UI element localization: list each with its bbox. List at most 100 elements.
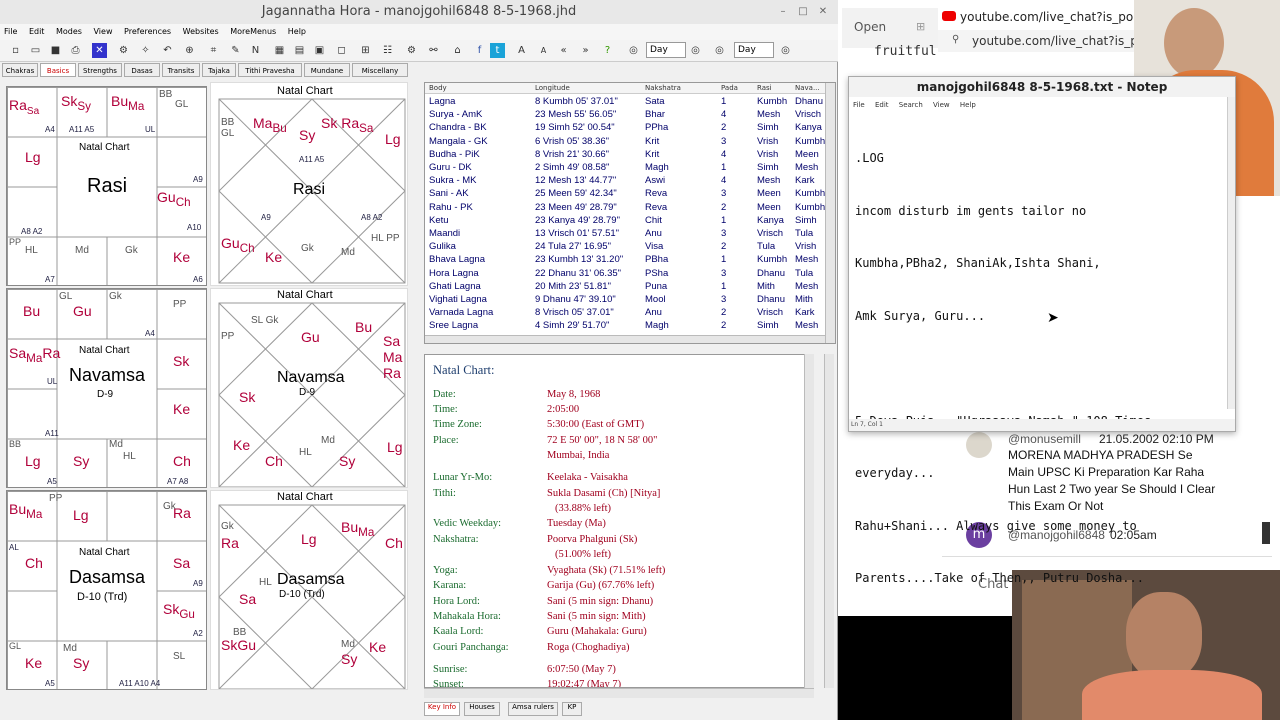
prev-icon[interactable]: « bbox=[556, 43, 571, 58]
tool-icon[interactable]: ⌗ bbox=[206, 43, 221, 58]
frame-icon[interactable]: ⊞ bbox=[358, 43, 373, 58]
twitter-icon[interactable]: t bbox=[490, 43, 505, 58]
bar-icon[interactable]: ▤ bbox=[292, 43, 307, 58]
table-row[interactable]: Gulika 24 Tula 27' 16.95" Visa 2 Tula Vrish bbox=[425, 241, 820, 254]
tab-tajaka[interactable]: Tajaka bbox=[202, 63, 236, 77]
next-icon[interactable]: » bbox=[578, 43, 593, 58]
table-row[interactable]: Rahu - PK 23 Meen 49' 28.79" Reva 2 Meen Kumb… bbox=[425, 202, 825, 215]
table-row[interactable]: Maandi 13 Vrisch 01' 57.51" Anu 3 Vrisch Tula bbox=[425, 228, 820, 241]
menu-view[interactable]: View bbox=[94, 27, 113, 36]
n-icon[interactable]: N bbox=[248, 43, 263, 58]
tab-amsa-rulers[interactable]: Amsa rulers bbox=[508, 702, 558, 716]
menu-modes[interactable]: Modes bbox=[56, 27, 82, 36]
time-forward-icon[interactable]: ◎ bbox=[688, 43, 703, 58]
grid-icon[interactable]: ▦ bbox=[272, 43, 287, 58]
day-select-1[interactable]: Day bbox=[646, 42, 686, 58]
tab-key-info[interactable]: Key Info bbox=[424, 702, 460, 716]
gear-icon[interactable]: ⚙ bbox=[404, 43, 419, 58]
navamsa-south-chart[interactable]: Bu Gu GL Gk PP SaMaRa Natal Chart Navams… bbox=[6, 288, 207, 488]
table-hscrollbar[interactable] bbox=[425, 335, 825, 343]
col-longitude[interactable]: Longitude bbox=[535, 84, 570, 92]
day-select-2[interactable]: Day bbox=[734, 42, 774, 58]
np-menu-view[interactable]: View bbox=[933, 101, 950, 109]
tab-strengths[interactable]: Strengths bbox=[78, 63, 122, 77]
table-row[interactable]: Sani - AK 25 Meen 59' 42.34" Reva 3 Meen Kumb… bbox=[425, 188, 825, 201]
tab-kp[interactable]: KP bbox=[562, 702, 582, 716]
url-bar[interactable]: ⚲ youtube.com/live_chat?is_popo bbox=[938, 30, 1160, 52]
outer-scrollbar[interactable] bbox=[824, 354, 834, 688]
font-small-icon[interactable]: A bbox=[536, 43, 551, 58]
col-nakshatra[interactable]: Nakshatra bbox=[645, 84, 681, 92]
menu-help[interactable]: Help bbox=[288, 27, 306, 36]
square-icon[interactable]: ◻ bbox=[334, 43, 349, 58]
back-icon[interactable]: ↶ bbox=[160, 43, 175, 58]
print-icon[interactable]: ⎙ bbox=[68, 43, 83, 58]
tab-mundane[interactable]: Mundane bbox=[304, 63, 350, 77]
menu-edit[interactable]: Edit bbox=[29, 27, 45, 36]
minimize-button[interactable]: – bbox=[776, 5, 790, 19]
help-icon[interactable]: ? bbox=[600, 43, 615, 58]
time-forward2-icon[interactable]: ◎ bbox=[778, 43, 793, 58]
close-button[interactable]: ✕ bbox=[816, 5, 830, 19]
np-menu-help[interactable]: Help bbox=[960, 101, 976, 109]
table-row[interactable]: Sukra - MK 12 Mesh 13' 44.77" Aswi 4 Mesh Kar… bbox=[425, 175, 820, 188]
notepad-textarea[interactable]: .LOG incom disturb im gents tailor no Ku… bbox=[855, 115, 1227, 623]
tab-chakras[interactable]: Chakras bbox=[2, 63, 38, 77]
table-row[interactable]: Sree Lagna 4 Simh 29' 51.70" Magh 2 Simh Mesh bbox=[425, 320, 820, 333]
menu-websites[interactable]: Websites bbox=[183, 27, 219, 36]
col-nava[interactable]: Nava... bbox=[795, 84, 820, 92]
panel-icon[interactable]: ▣ bbox=[312, 43, 327, 58]
time-back-icon[interactable]: ◎ bbox=[626, 43, 641, 58]
chat-scrollbar[interactable] bbox=[1262, 522, 1270, 544]
rasi-south-chart[interactable]: RaSa SkSy BuMa BB GL Lg Natal Chart Rasi… bbox=[6, 86, 207, 286]
tab-houses[interactable]: Houses bbox=[464, 702, 500, 716]
facebook-icon[interactable]: f bbox=[472, 43, 487, 58]
table-row[interactable]: Ketu 23 Kanya 49' 28.79" Chit 1 Kanya Simh bbox=[425, 215, 820, 228]
table-row[interactable]: Hora Lagna 22 Dhanu 31' 06.35" PSha 3 Dhanu T… bbox=[425, 268, 820, 281]
edit-icon[interactable]: ✎ bbox=[228, 43, 243, 58]
menu-preferences[interactable]: Preferences bbox=[124, 27, 171, 36]
table-scrollbar[interactable] bbox=[825, 83, 835, 343]
table-row[interactable]: Varnada Lagna 8 Vrisch 05' 37.01" Anu 2 Vris… bbox=[425, 307, 820, 320]
people-icon[interactable]: ☷ bbox=[380, 43, 395, 58]
link-icon[interactable]: ⚯ bbox=[426, 43, 441, 58]
col-rasi[interactable]: Rasi bbox=[757, 84, 772, 92]
font-large-icon[interactable]: A bbox=[514, 43, 529, 58]
tab-tithi-pravesha[interactable]: Tithi Pravesha bbox=[238, 63, 302, 77]
table-row[interactable]: Surya - AmK 23 Mesh 55' 56.05" Bhar 4 Mesh Vr… bbox=[425, 109, 821, 122]
dasamsa-south-chart[interactable]: BuMa Lg Ra Ch Natal Chart Dasamsa D-10 (… bbox=[6, 490, 207, 690]
save-icon[interactable]: ■ bbox=[48, 43, 63, 58]
open-button[interactable]: Open bbox=[854, 20, 886, 34]
tab-miscellany[interactable]: Miscellany bbox=[352, 63, 408, 77]
new-tab-icon[interactable]: ⊞ bbox=[916, 20, 925, 33]
table-row[interactable]: Vighati Lagna 9 Dhanu 47' 39.10" Mool 3 Dhan… bbox=[425, 294, 820, 307]
menu-moremenus[interactable]: MoreMenus bbox=[230, 27, 276, 36]
col-body[interactable]: Body bbox=[429, 84, 447, 92]
menu-file[interactable]: File bbox=[4, 27, 17, 36]
table-row[interactable]: Bhava Lagna 23 Kumbh 13' 31.20" PBha 1 Kumbh… bbox=[425, 254, 820, 267]
open-icon[interactable]: ▭ bbox=[28, 43, 43, 58]
navamsa-north-chart[interactable]: Natal Chart Navamsa D-9 Gu Bu Sa Ma Ra Sk … bbox=[210, 288, 408, 488]
rasi-north-chart[interactable]: Natal Chart Rasi MaBu Sy Sk RaSa Lg GuCh… bbox=[210, 82, 408, 286]
time-back2-icon[interactable]: ◎ bbox=[712, 43, 727, 58]
maximize-button[interactable]: □ bbox=[796, 5, 810, 19]
table-row[interactable]: Mangala - GK 6 Vrish 05' 38.36" Krit 3 Vrish… bbox=[425, 136, 825, 149]
browser-tab[interactable]: youtube.com/live_chat?is_popo bbox=[938, 6, 1148, 28]
table-row[interactable]: Budha - PiK 8 Vrish 21' 30.66" Krit 4 Vrish M… bbox=[425, 149, 820, 162]
info-hscrollbar[interactable] bbox=[424, 688, 814, 698]
np-menu-search[interactable]: Search bbox=[899, 101, 923, 109]
chart-icon[interactable]: ✕ bbox=[92, 43, 107, 58]
new-icon[interactable]: ▫ bbox=[8, 43, 23, 58]
dasamsa-north-chart[interactable]: Natal Chart Dasamsa D-10 (Trd) Lg BuMa C… bbox=[210, 490, 408, 690]
table-row[interactable]: Lagna 8 Kumbh 05' 37.01" Sata 1 Kumbh Dhanu bbox=[425, 96, 823, 109]
settings-icon[interactable]: ⚙ bbox=[116, 43, 131, 58]
table-row[interactable]: Chandra - BK 19 Simh 52' 00.54" PPha 2 Simh K… bbox=[425, 122, 822, 135]
planet-table[interactable]: Body Longitude Nakshatra Pada Rasi Nava.… bbox=[424, 82, 836, 344]
np-menu-file[interactable]: File bbox=[853, 101, 865, 109]
table-row[interactable]: Ghati Lagna 20 Mith 23' 51.81" Puna 1 Mith Me… bbox=[425, 281, 820, 294]
site-info-icon[interactable]: ⚲ bbox=[952, 34, 959, 45]
tab-dasas[interactable]: Dasas bbox=[124, 63, 160, 77]
home-icon[interactable]: ⌂ bbox=[450, 43, 465, 58]
table-row[interactable]: Guru - DK 2 Simh 49' 08.58" Magh 1 Simh Mesh bbox=[425, 162, 820, 175]
wizard-icon[interactable]: ✧ bbox=[138, 43, 153, 58]
